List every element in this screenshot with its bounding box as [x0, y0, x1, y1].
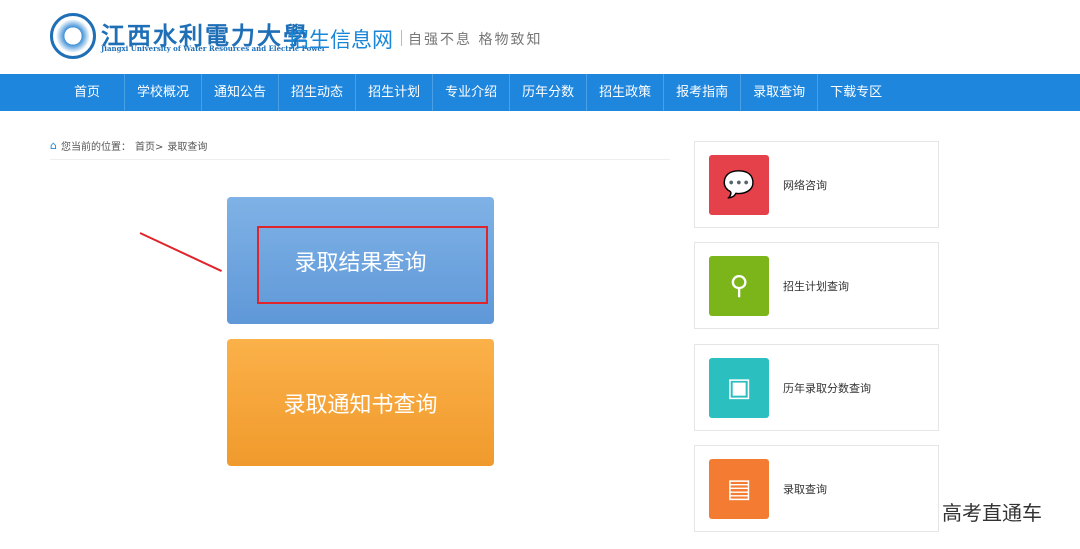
- breadcrumb-label: 您当前的位置：: [60, 142, 131, 153]
- score-icon: ▣: [709, 357, 769, 418]
- nav-item[interactable]: 首页: [50, 74, 126, 111]
- breadcrumb-current: 录取查询: [167, 142, 208, 153]
- nav-item[interactable]: 通知公告: [202, 74, 280, 111]
- admission-letter-query-button[interactable]: 录取通知书查询: [227, 339, 494, 466]
- side-label: 招生计划查询: [783, 279, 849, 293]
- side-link-scores[interactable]: ▣ 历年录取分数查询: [694, 344, 939, 431]
- nav-item[interactable]: 招生动态: [279, 74, 357, 111]
- nav-item[interactable]: 专业介绍: [433, 74, 511, 111]
- watermark: 高考直通车: [942, 501, 1042, 525]
- side-link-consult[interactable]: 💬 网络咨询: [694, 141, 939, 228]
- main-nav: 首页 学校概况 通知公告 招生动态 招生计划 专业介绍 历年分数 招生政策 报考…: [0, 74, 1080, 111]
- nav-item[interactable]: 历年分数: [510, 74, 588, 111]
- side-label: 录取查询: [783, 482, 827, 496]
- chat-icon: 💬: [709, 154, 769, 215]
- side-label: 网络咨询: [783, 178, 827, 192]
- site-name: 招生信息网: [288, 28, 393, 52]
- nav-item[interactable]: 下载专区: [818, 74, 894, 111]
- side-link-admission[interactable]: ▤ 录取查询: [694, 445, 939, 532]
- university-logo-icon: [50, 13, 96, 59]
- home-icon: ⌂: [50, 139, 57, 152]
- search-icon: ⚲: [709, 255, 769, 316]
- nav-item[interactable]: 招生计划: [356, 74, 434, 111]
- nav-item[interactable]: 招生政策: [587, 74, 665, 111]
- document-search-icon: ▤: [709, 458, 769, 519]
- highlight-box: [257, 226, 488, 304]
- breadcrumb: ⌂ 您当前的位置： 首页> 录取查询: [50, 138, 670, 160]
- nav-item[interactable]: 学校概况: [125, 74, 203, 111]
- divider: [401, 30, 402, 46]
- motto: 自强不息 格物致知: [408, 32, 543, 48]
- side-link-plan[interactable]: ⚲ 招生计划查询: [694, 242, 939, 329]
- card-label: 录取通知书查询: [283, 392, 438, 418]
- annotation-arrow: [139, 232, 222, 272]
- side-label: 历年录取分数查询: [783, 381, 871, 395]
- nav-item[interactable]: 录取查询: [741, 74, 819, 111]
- nav-item[interactable]: 报考指南: [664, 74, 742, 111]
- breadcrumb-home[interactable]: 首页>: [135, 138, 163, 153]
- header: 江西水利電力大學 Jiangxi University of Water Res…: [0, 0, 1080, 74]
